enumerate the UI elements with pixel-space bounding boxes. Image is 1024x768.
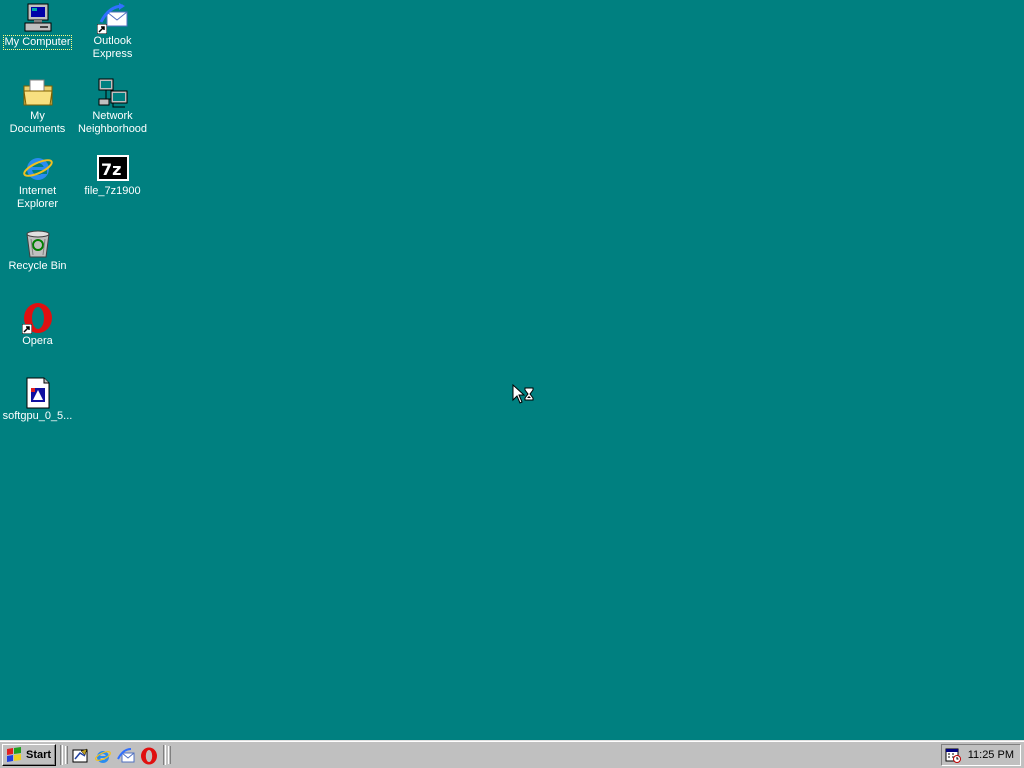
scheduler-icon[interactable] [945, 747, 961, 763]
taskbar: Start 11:25 PM [0, 740, 1024, 768]
desktop-icon-label: My Documents [9, 110, 66, 135]
desktop-icon-network-neighborhood[interactable]: Network Neighborhood [75, 77, 150, 136]
network-neighborhood-icon [97, 77, 129, 109]
desktop-icon-internet-explorer[interactable]: Internet Explorer [0, 152, 75, 211]
taskbar-separator [163, 745, 166, 765]
desktop-icon-label: Opera [22, 335, 53, 347]
desktop-icon-label: Internet Explorer [17, 185, 58, 210]
desktop-icon-label: My Computer [3, 35, 72, 50]
opera-icon [21, 302, 54, 334]
my-computer-icon [22, 2, 54, 34]
windows-logo-icon [7, 747, 21, 762]
7zip-icon: 7z [96, 152, 129, 184]
desktop-icon-my-computer[interactable]: My Computer [0, 2, 75, 50]
shortcut-arrow-icon [21, 324, 32, 334]
svg-text:7z: 7z [101, 160, 121, 179]
internet-explorer-icon [22, 152, 54, 184]
desktop-icon-opera[interactable]: Opera [0, 302, 75, 348]
desktop[interactable]: My Computer Outlook Express My Documents… [0, 0, 1024, 740]
my-documents-icon [22, 77, 54, 109]
outlook-express-icon[interactable] [117, 747, 135, 765]
internet-explorer-icon[interactable] [94, 747, 112, 765]
desktop-icon-outlook-express[interactable]: Outlook Express [75, 2, 150, 61]
desktop-icon-label: file_7z1900 [84, 185, 141, 197]
desktop-icon-label: Network Neighborhood [77, 110, 148, 135]
installer-icon [22, 377, 54, 409]
opera-icon[interactable] [140, 747, 158, 765]
outlook-express-icon [96, 2, 129, 34]
desktop-icon-label: Outlook Express [92, 35, 133, 60]
desktop-icon-softgpu[interactable]: softgpu_0_5... [0, 377, 75, 423]
desktop-icon-recycle-bin[interactable]: Recycle Bin [0, 227, 75, 273]
recycle-bin-icon [22, 227, 54, 259]
tray-clock[interactable]: 11:25 PM [968, 749, 1014, 761]
desktop-icon-my-documents[interactable]: My Documents [0, 77, 75, 136]
task-area-grip[interactable] [168, 746, 171, 764]
busy-cursor-icon [512, 384, 534, 404]
quick-launch-grip[interactable] [65, 746, 68, 764]
start-button[interactable]: Start [2, 744, 56, 766]
shortcut-arrow-icon [96, 24, 107, 34]
desktop-icon-label: Recycle Bin [8, 260, 67, 272]
taskbar-separator [60, 745, 63, 765]
start-label: Start [26, 749, 52, 761]
show-desktop-icon[interactable] [71, 747, 89, 765]
system-tray: 11:25 PM [941, 744, 1021, 766]
desktop-icon-file-7z1900[interactable]: 7z file_7z1900 [75, 152, 150, 198]
desktop-icon-label: softgpu_0_5... [2, 410, 73, 422]
